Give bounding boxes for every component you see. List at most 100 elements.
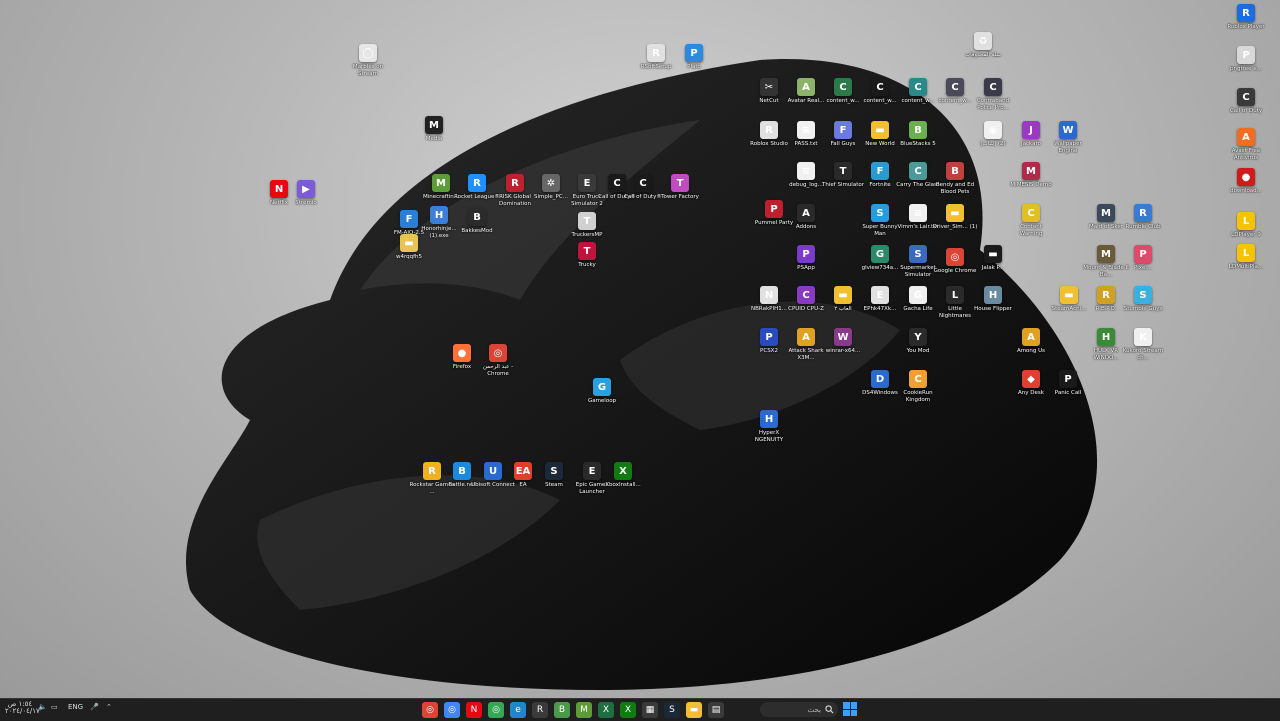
desktop-shortcut[interactable]: T Trucky [564, 242, 610, 269]
shortcut-label: Plato [687, 64, 701, 70]
shortcut-label: content_w... [826, 98, 860, 104]
shortcut-label: LDPlayer 9 [1231, 232, 1261, 238]
xbox-icon[interactable]: X [620, 702, 636, 718]
desktop-shortcut[interactable]: L LDMultiPla... [1223, 244, 1269, 271]
desktop-shortcut[interactable]: B BakkesMod [454, 208, 500, 235]
desktop-shortcut[interactable]: ▶ Stremio [283, 180, 329, 207]
desktop-shortcut[interactable]: M Media [411, 116, 457, 143]
desktop-shortcut[interactable]: H HyperX NGENUITY [746, 410, 792, 443]
app-icon: ◉ [984, 121, 1002, 139]
app-icon: C [946, 78, 964, 96]
desktop-shortcut[interactable]: B BlueStacks 5 [895, 121, 941, 148]
app-icon: ♻ [974, 32, 992, 50]
shortcut-label: EA [519, 482, 527, 488]
clock[interactable]: ١:٥٤ ص ٢٠٢٤/٠٤/١٧ [5, 701, 40, 715]
desktop-shortcut[interactable]: C CookieRun Kingdom [895, 370, 941, 403]
start-button[interactable] [843, 702, 857, 716]
volume-icon[interactable]: 🔈 [38, 703, 47, 711]
desktop-shortcut[interactable]: K Kukoro Stream ch... [1120, 328, 1166, 361]
steam-icon[interactable]: S [664, 702, 680, 718]
shortcut-label: Contraband Police Pro... [976, 98, 1010, 111]
chrome-icon[interactable]: ◎ [488, 702, 504, 718]
desktop-shortcut[interactable]: Wwinrar-x64... [820, 328, 866, 355]
netflix-icon[interactable]: N [466, 702, 482, 718]
desktop-shortcut[interactable]: ♻ سلة المحذوفات [960, 32, 1006, 59]
desktop-shortcut[interactable]: H House Flipper [970, 286, 1016, 313]
desktop-shortcut[interactable]: A Avast Free Antivirus [1223, 128, 1269, 161]
app-icon: T [671, 174, 689, 192]
desktop-shortcut[interactable]: G Gameloop [579, 378, 625, 405]
desktop-shortcut[interactable]: A Among Us [1008, 328, 1054, 355]
language-indicator[interactable]: ENG [68, 703, 83, 711]
desktop-shortcut[interactable]: P PSApp [783, 245, 829, 272]
desktop-shortcut[interactable]: S Stumble Guys [1120, 286, 1166, 313]
desktop-shortcut[interactable]: R RSoftSetup [633, 44, 679, 71]
search-box[interactable]: بحث [760, 702, 838, 717]
app-icon: M [1097, 204, 1115, 222]
shortcut-label: Kukoro Stream ch... [1122, 348, 1164, 361]
app-icon: C [909, 370, 927, 388]
app-icon[interactable]: ▤ [708, 702, 724, 718]
app-icon: T [578, 242, 596, 260]
desktop-shortcut[interactable]: ▬ w4rqqfh5 [386, 234, 432, 261]
excel-icon[interactable]: X [598, 702, 614, 718]
app-icon: X [614, 462, 632, 480]
desktop-shortcut[interactable]: X XboxInstall... [600, 462, 646, 489]
app-icon: ▬ [400, 234, 418, 252]
desktop-shortcut[interactable]: L LDPlayer 9 [1223, 212, 1269, 239]
shortcut-label: Fall Guys [830, 141, 856, 147]
chrome-profile-icon[interactable]: ◎ [444, 702, 460, 718]
chrome-alt-icon[interactable]: ◎ [422, 702, 438, 718]
app-icon: S [545, 462, 563, 480]
shortcut-label: Marbles on Stream [352, 64, 384, 77]
file-explorer-icon[interactable]: ▬ [686, 702, 702, 718]
desktop-shortcut[interactable]: P Panic Call [1045, 370, 1091, 397]
app-icon: R [647, 44, 665, 62]
app-icon: C [909, 162, 927, 180]
desktop-shortcut[interactable]: Ppngtree e... [1223, 46, 1269, 73]
desktop-shortcut[interactable]: C Call of Duty [1223, 88, 1269, 115]
shortcut-label: Fortnite [869, 182, 891, 188]
desktop-shortcut[interactable]: ▬ Driver_Sim... (1) [932, 204, 978, 231]
app-icon: C [834, 78, 852, 96]
desktop-shortcut[interactable]: T Tower Factory [657, 174, 703, 201]
edge-icon[interactable]: e [510, 702, 526, 718]
desktop-shortcut[interactable]: P Pixel... [1120, 245, 1166, 272]
app-icon: ◎ [489, 344, 507, 362]
desktop-shortcut[interactable]: ◎ عبد الرحمن - Chrome [475, 344, 521, 377]
desktop-shortcut[interactable]: C Contraband Police Pro... [970, 78, 1016, 111]
network-icon[interactable]: ▭ [51, 703, 58, 711]
desktop-shortcut[interactable]: W Wallpaper Engine [1045, 121, 1091, 154]
start-logo-tile [843, 702, 850, 709]
app-icon: R [506, 174, 524, 192]
app-icon: C [909, 78, 927, 96]
desktop-shortcut[interactable]: C Content Warning [1008, 204, 1054, 237]
bluestacks-icon[interactable]: B [554, 702, 570, 718]
minecraft-icon[interactable]: M [576, 702, 592, 718]
desktop-shortcut[interactable]: R Rumble Club [1120, 204, 1166, 231]
app-icon: H [760, 410, 778, 428]
desktop-shortcut[interactable]: ▬ Jalak P... [970, 245, 1016, 272]
desktop-shortcut[interactable]: B Bendy and Ed Blood Pets [932, 162, 978, 195]
desktop[interactable]: ◯ Marbles on Stream R Roblox Player Ppngtree… [0, 0, 1280, 698]
desktop-shortcut[interactable]: T TruckersMP [564, 212, 610, 239]
shortcut-label: Media [425, 136, 443, 142]
chevron-up-icon[interactable]: ⌃ [106, 703, 112, 711]
shortcut-label: CookieRun Kingdom [903, 390, 933, 403]
desktop-shortcut[interactable]: Y You Mod [895, 328, 941, 355]
shortcut-label: Avatar Real... [787, 98, 825, 104]
shortcut-label: Firefox [452, 364, 472, 370]
desktop-shortcut[interactable]: A Addons [783, 204, 829, 231]
shortcut-label: عبد الرحمن - Chrome [482, 364, 514, 377]
app-icon: C [984, 78, 1002, 96]
desktop-shortcut[interactable]: M MIMESIS Demo [1008, 162, 1054, 189]
roblox-icon[interactable]: R [532, 702, 548, 718]
desktop-shortcut[interactable]: ◯ Marbles on Stream [345, 44, 391, 77]
calendar-icon[interactable]: ▦ [642, 702, 658, 718]
microphone-icon[interactable]: 🎤 [90, 703, 99, 711]
desktop-shortcut[interactable]: ● download... [1223, 168, 1269, 195]
app-icon: L [1237, 212, 1255, 230]
desktop-shortcut[interactable]: R Roblox Player [1223, 4, 1269, 31]
app-icon: ▶ [297, 180, 315, 198]
app-icon: B [909, 121, 927, 139]
